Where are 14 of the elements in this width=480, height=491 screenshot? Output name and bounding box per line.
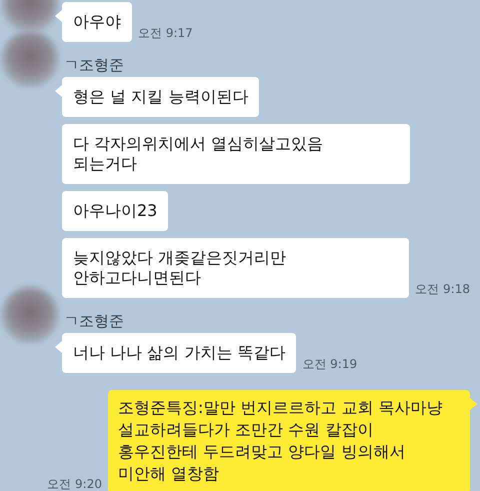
sender-name: ㄱ조형준 [64,311,125,331]
message-time: 오전 9:20 [47,477,102,491]
bubble-tail [55,341,62,353]
message-time: 오전 9:19 [302,357,358,371]
message-bubble: 다 각자의위치에서 열심히살고있음 되는거다 [62,124,410,184]
sender-name: ㄱ조형준 [64,55,125,75]
bubble-tail [55,85,62,97]
avatar [2,287,58,343]
bubble-tail [55,10,62,22]
message-time: 오전 9:18 [415,282,470,296]
message-bubble: 늦지않았다 개좆같은짓거리만 안하고다니면된다 [62,238,410,298]
message-bubble: 아우나이23 [62,191,168,231]
bubble-tail [470,398,477,410]
message-time: 오전 9:17 [138,26,193,40]
